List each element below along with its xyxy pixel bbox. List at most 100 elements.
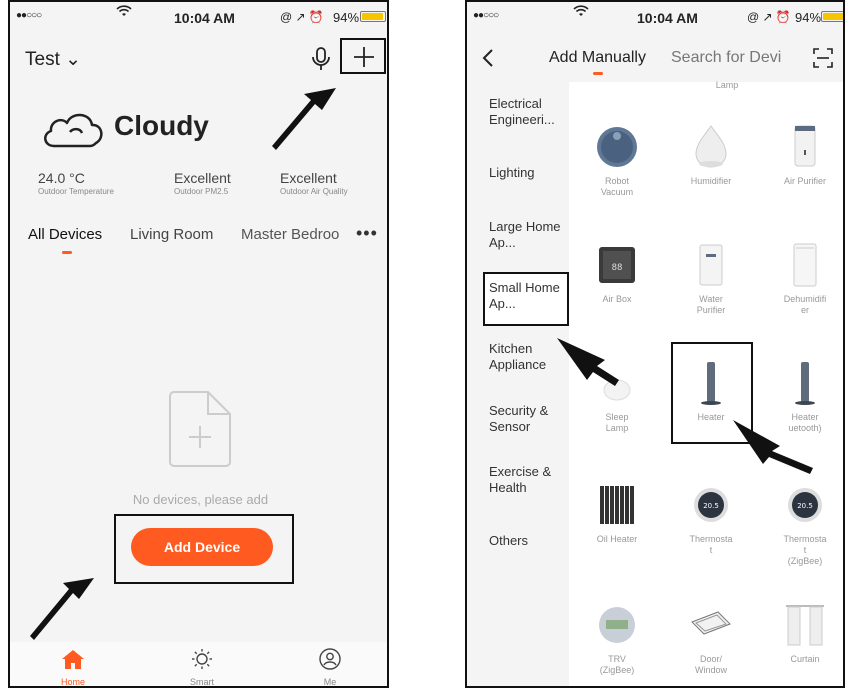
stat-label: Outdoor Air Quality [280, 187, 348, 196]
oil-heater-icon [600, 486, 634, 524]
room-tabs: All Devices Living Room Master Bedroo ••… [28, 223, 378, 256]
device-name: Window [694, 665, 727, 675]
thermostat-reading: 20.5 [703, 502, 719, 510]
device-name: Purifier [696, 305, 726, 315]
thermostat-icon: 20.5 [788, 488, 822, 522]
device-heater-bluetooth[interactable]: Heater uetooth) [759, 360, 843, 434]
device-sleep-lamp[interactable]: Sleep Lamp [571, 360, 663, 434]
thermostat-reading: 20.5 [797, 502, 813, 510]
door-window-icon [691, 611, 731, 635]
category-small-home[interactable]: Small Home Ap... [489, 280, 569, 312]
stat-temperature: 24.0 °C Outdoor Temperature [38, 170, 158, 196]
selected-device-box [671, 342, 753, 444]
tab-living-room[interactable]: Living Room [130, 226, 213, 243]
device-robot-vacuum[interactable]: Robot Vacuum [571, 124, 663, 198]
device-name: Heater [791, 412, 819, 422]
nav-label: Smart [189, 677, 214, 687]
add-button[interactable] [340, 38, 386, 74]
category-electrical[interactable]: Electrical Engineeri... [489, 96, 569, 128]
battery-percent: 94% [333, 10, 360, 25]
nav-smart[interactable]: Smart [172, 648, 232, 687]
wifi-icon [573, 4, 589, 21]
humidifier-icon [695, 125, 727, 168]
nav-label: Me [323, 677, 337, 687]
heater-icon [795, 362, 815, 405]
tab-search-devices[interactable]: Search for Devi [671, 49, 781, 67]
stat-label: Outdoor Temperature [38, 187, 114, 196]
air-box-icon: 88 [599, 247, 635, 283]
stat-label: Outdoor PM2.5 [174, 187, 229, 196]
device-trv[interactable]: TRV (ZigBee) [571, 602, 663, 676]
device-name: Lamp [715, 80, 739, 90]
device-oil-heater[interactable]: Oil Heater [571, 482, 663, 545]
status-time: 10:04 AM [174, 10, 235, 26]
category-others[interactable]: Others [489, 533, 569, 549]
stat-air-quality: Excellent Outdoor Air Quality [280, 170, 387, 196]
thermostat-icon: 20.5 [694, 488, 728, 522]
status-bar: ●●○○○ 10:04 AM @ ↗ ⏰ 94% [467, 2, 843, 32]
weather-condition: Cloudy [114, 110, 209, 141]
stat-value: 24.0 °C [38, 170, 85, 186]
trv-icon [599, 607, 635, 643]
nav-label: Home [60, 677, 85, 687]
home-selector[interactable]: Test ⌄ [25, 48, 81, 71]
device-grid: Lamp Robot Vacuum Humidifier Air Purifie… [569, 80, 843, 686]
device-door-window[interactable]: Door/ Window [665, 602, 757, 676]
stat-pm25: Excellent Outdoor PM2.5 [174, 170, 294, 196]
tab-all-devices[interactable]: All Devices [28, 226, 102, 243]
battery-icon [821, 11, 843, 22]
home-screen: ●●○○○ 10:04 AM @ ↗ ⏰ 94% Test ⌄ Cloudy 2… [8, 0, 389, 688]
battery-percent: 94% [795, 10, 822, 25]
sleep-lamp-icon [603, 379, 631, 401]
device-name: t [709, 545, 713, 555]
add-device-screen: ●●○○○ 10:04 AM @ ↗ ⏰ 94% Add Manually Se… [465, 0, 845, 688]
signal-indicator: ●●○○○ [473, 10, 499, 21]
empty-device-icon [169, 391, 231, 467]
nav-me[interactable]: Me [300, 648, 360, 687]
tab-add-manually[interactable]: Add Manually [549, 49, 646, 67]
water-purifier-icon [699, 244, 723, 286]
curtain-icon [786, 605, 824, 646]
device-thermostat[interactable]: 20.5 Thermosta t [665, 482, 757, 556]
device-name: Humidifier [690, 176, 732, 186]
device-humidifier[interactable]: Humidifier [665, 124, 757, 187]
device-thermostat-zigbee[interactable]: 20.5 Thermosta t (ZigBee) [759, 482, 843, 567]
wifi-icon [116, 4, 132, 21]
robot-vacuum-icon [597, 127, 637, 167]
device-partial-label: Lamp [681, 80, 773, 91]
category-list: Electrical Engineeri... Lighting Large H… [467, 82, 569, 686]
dehumidifier-icon [793, 243, 817, 287]
status-icons: @ ↗ ⏰ [747, 10, 791, 24]
microphone-icon[interactable] [310, 46, 332, 72]
annotation-arrow [30, 88, 336, 640]
add-device-button[interactable]: Add Device [131, 528, 273, 566]
status-bar: ●●○○○ 10:04 AM @ ↗ ⏰ 94% [10, 2, 387, 32]
back-icon[interactable] [481, 48, 495, 68]
device-name: Curtain [790, 654, 820, 664]
empty-state-text: No devices, please add [132, 492, 269, 507]
scan-icon[interactable] [813, 48, 833, 68]
tab-master-bedroom[interactable]: Master Bedroo [241, 226, 339, 243]
device-curtain[interactable]: Curtain [759, 602, 843, 665]
bottom-nav: Home Smart Me [10, 642, 387, 686]
home-icon [62, 650, 84, 669]
more-icon[interactable]: ••• [356, 223, 378, 244]
status-time: 10:04 AM [637, 10, 698, 26]
airbox-reading: 88 [612, 263, 623, 273]
category-lighting[interactable]: Lighting [489, 165, 569, 181]
category-kitchen[interactable]: Kitchen Appliance [489, 341, 569, 373]
device-name: Dehumidifi [783, 294, 827, 304]
device-name: Sleep [605, 412, 629, 422]
device-dehumidifier[interactable]: Dehumidifi er [759, 242, 843, 316]
device-water-purifier[interactable]: Water Purifier [665, 242, 757, 316]
device-name: Thermosta [689, 534, 733, 544]
nav-home[interactable]: Home [43, 648, 103, 687]
device-name: Thermosta [783, 534, 827, 544]
device-air-purifier[interactable]: Air Purifier [759, 124, 843, 187]
signal-indicator: ●●○○○ [16, 10, 42, 21]
category-security[interactable]: Security & Sensor [489, 403, 569, 435]
device-air-box[interactable]: 88 Air Box [571, 242, 663, 305]
category-exercise[interactable]: Exercise & Health [489, 464, 569, 496]
device-name: Oil Heater [596, 534, 638, 544]
category-large-home[interactable]: Large Home Ap... [489, 219, 569, 251]
